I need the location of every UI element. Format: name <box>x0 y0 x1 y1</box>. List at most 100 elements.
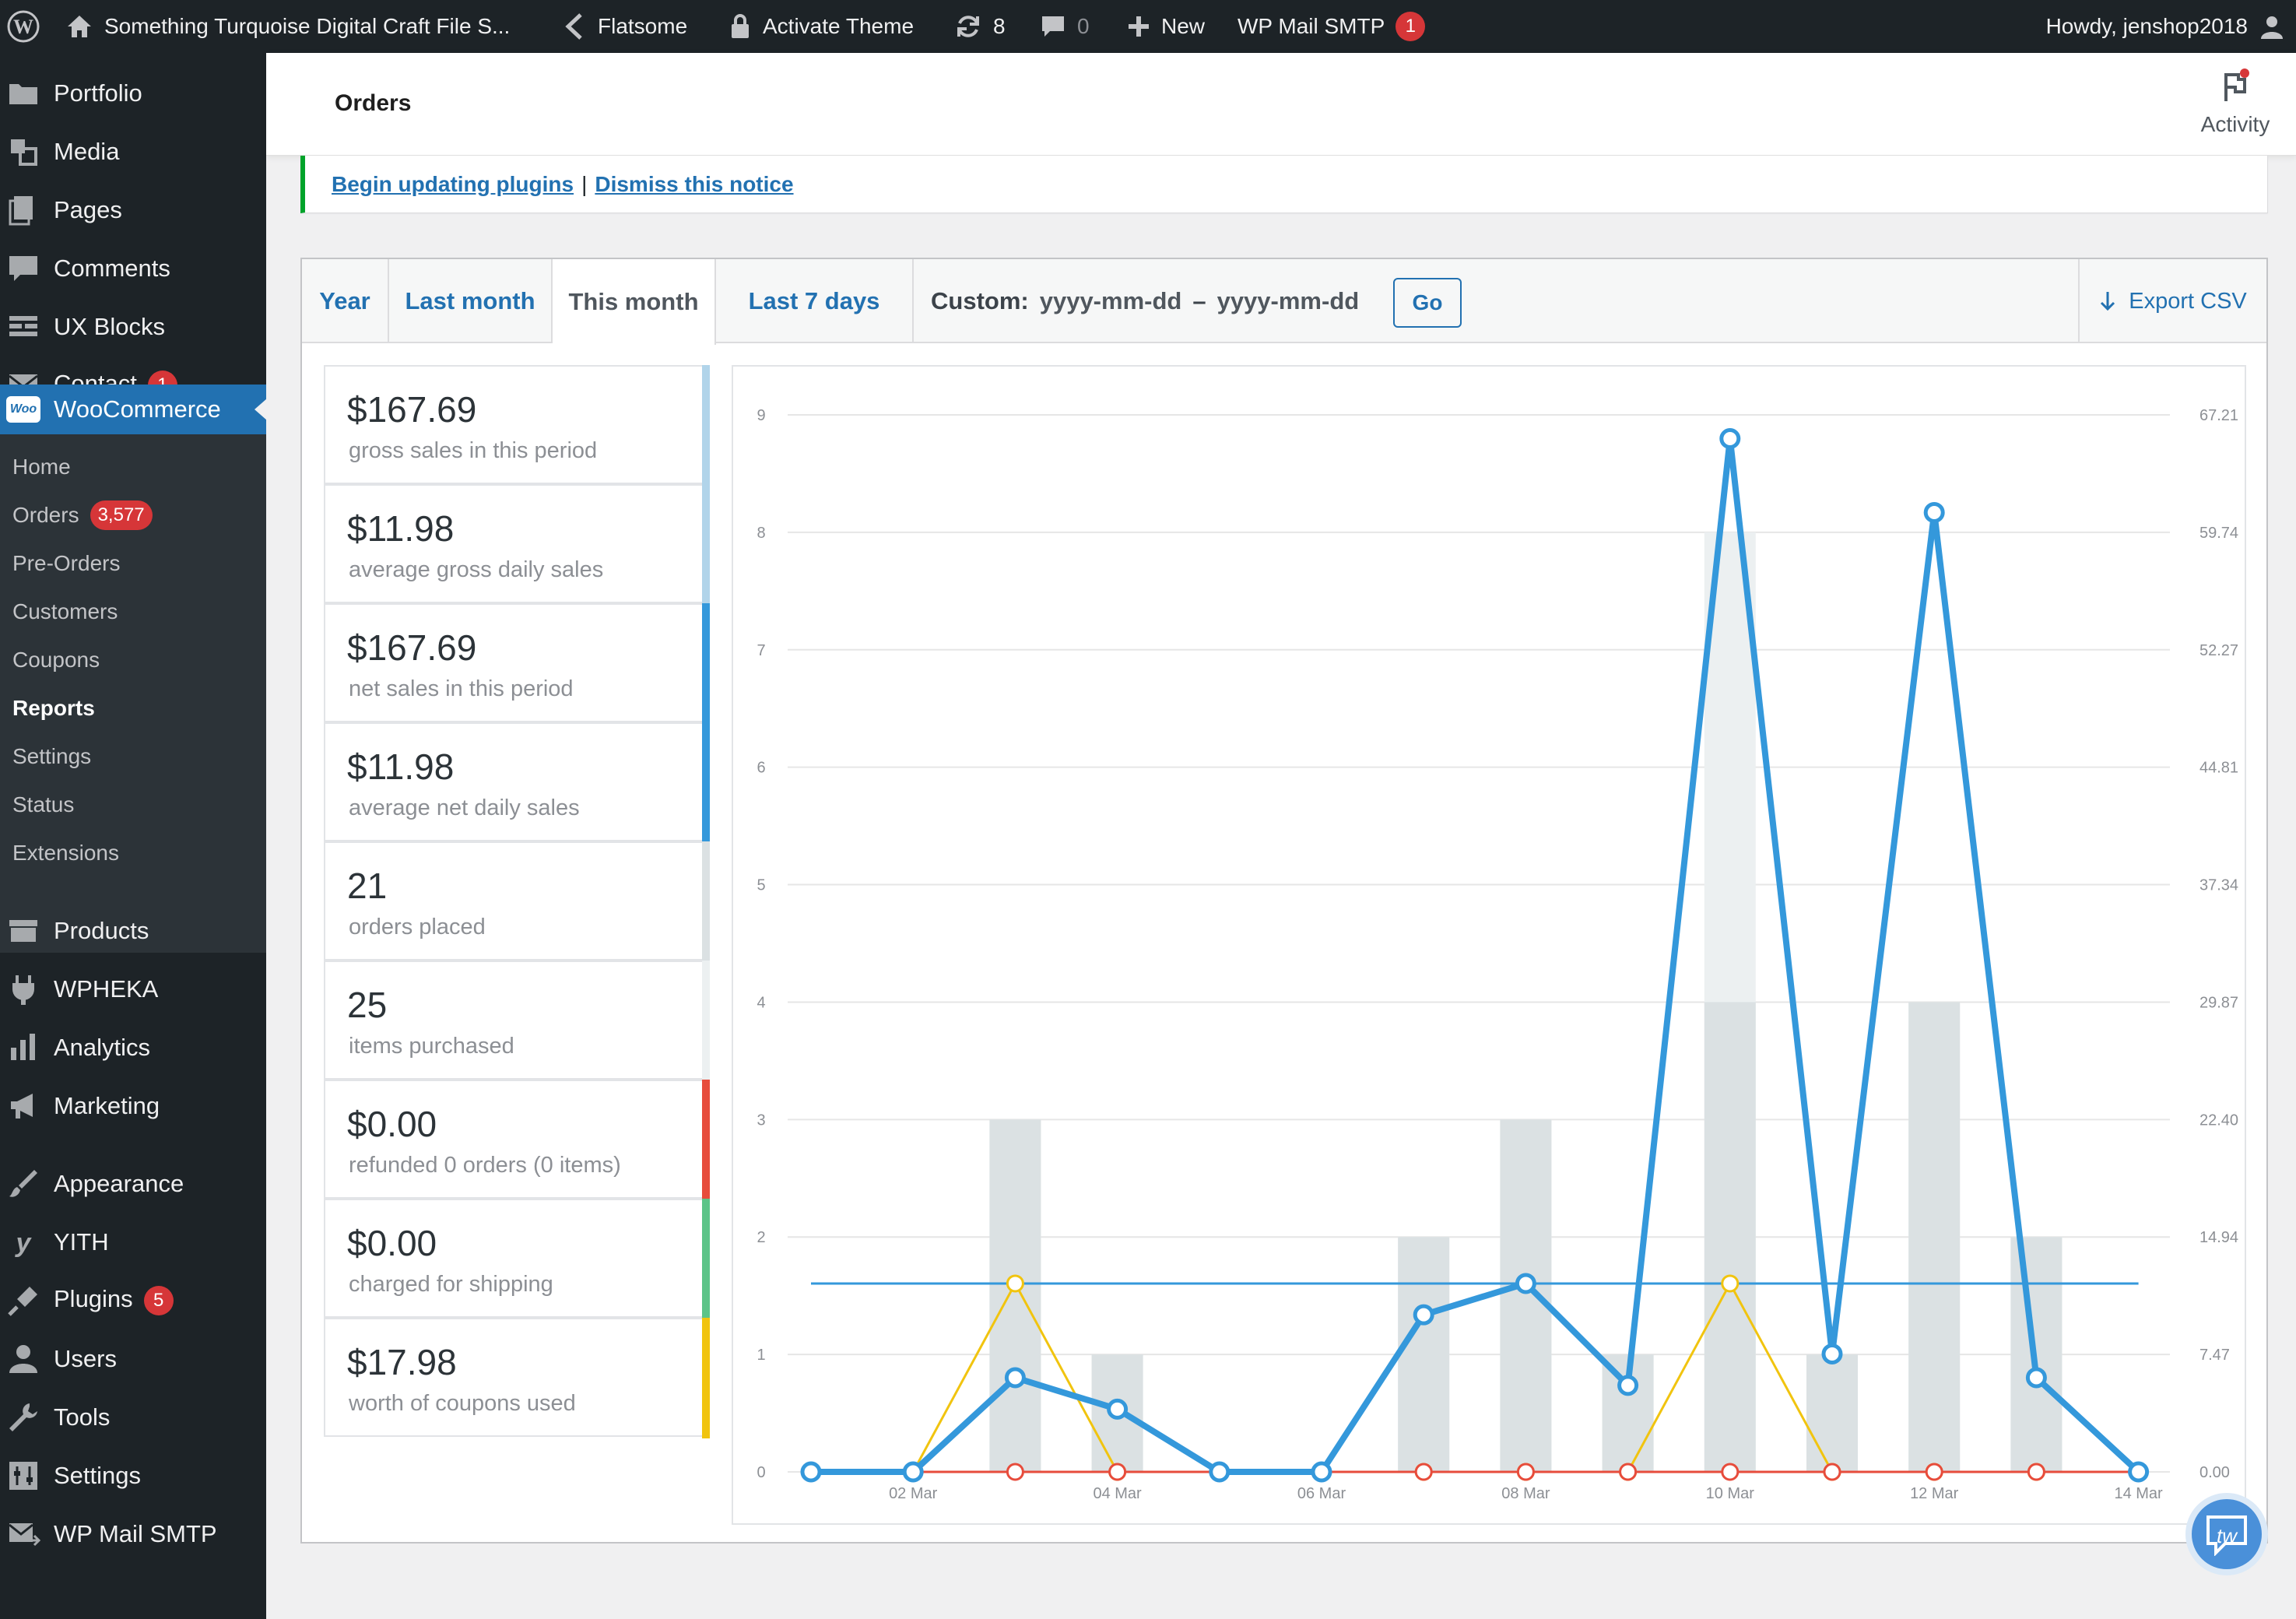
legend-item[interactable]: 25 items purchased <box>324 961 710 1081</box>
x-tick-label: 02 Mar <box>889 1485 938 1502</box>
data-point <box>1413 1304 1434 1326</box>
dismiss-notice-link[interactable]: Dismiss this notice <box>595 172 793 197</box>
x-tick-label: 12 Mar <box>1910 1485 1959 1502</box>
legend-item[interactable]: 21 orders placed <box>324 841 710 962</box>
sidebar-item-marketing[interactable]: Marketing <box>0 1076 266 1135</box>
y-left-tick-label: 8 <box>757 525 765 542</box>
wordpress-logo-icon[interactable]: W <box>6 0 40 53</box>
submenu-item-coupons[interactable]: Coupons <box>12 643 100 677</box>
sidebar-item-wpheka[interactable]: WPHEKA <box>0 960 266 1018</box>
submenu-item-customers[interactable]: Customers <box>12 595 118 629</box>
sidebar-item-pages[interactable]: Pages <box>0 181 266 239</box>
sidebar-item-settings[interactable]: Settings <box>0 1446 266 1505</box>
begin-updating-plugins-link[interactable]: Begin updating plugins <box>332 172 574 197</box>
legend-description: gross sales in this period <box>349 438 598 463</box>
legend-item[interactable]: $167.69 gross sales in this period <box>324 365 710 486</box>
activate-theme-link[interactable]: Activate Theme <box>728 0 914 53</box>
sidebar-item-appearance[interactable]: Appearance <box>0 1154 266 1213</box>
y-left-tick-label: 6 <box>757 760 765 777</box>
legend-amount: $11.98 <box>347 508 455 549</box>
data-point <box>902 1461 924 1483</box>
updates-link[interactable]: 8 <box>954 0 1006 53</box>
submenu-item-home[interactable]: Home <box>12 450 71 484</box>
wrench-icon <box>6 1400 40 1435</box>
sidebar-item-comments[interactable]: Comments <box>0 239 266 297</box>
sidebar-item-label: Plugins 5 <box>54 1285 174 1315</box>
sidebar-item-products[interactable]: Products <box>0 901 266 960</box>
y-left-tick-label: 1 <box>757 1347 765 1364</box>
wp-mail-smtp-link[interactable]: WP Mail SMTP 1 <box>1238 0 1426 53</box>
start-date-input[interactable]: yyyy-mm-dd <box>1040 287 1182 315</box>
submenu-item-pre-orders[interactable]: Pre-Orders <box>12 546 120 581</box>
sidebar-item-label: YITH <box>54 1228 109 1256</box>
sidebar-item-analytics[interactable]: Analytics <box>0 1018 266 1076</box>
sidebar-item-text: Marketing <box>54 1091 160 1119</box>
settings-icon <box>6 1459 40 1493</box>
orders-count-badge: 3,577 <box>90 500 153 530</box>
export-csv-label: Export CSV <box>2129 288 2247 314</box>
page-title: Orders <box>335 90 412 116</box>
tab-last-month[interactable]: Last month <box>389 259 553 343</box>
sidebar-item-tools[interactable]: Tools <box>0 1388 266 1446</box>
tab-this-month[interactable]: This month <box>553 259 716 345</box>
sidebar-item-label: Users <box>54 1345 117 1373</box>
sidebar-item-portfolio[interactable]: Portfolio <box>0 64 266 122</box>
tab-year[interactable]: Year <box>302 259 389 343</box>
submenu-item-orders[interactable]: Orders 3,577 <box>12 498 153 532</box>
legend-item[interactable]: $11.98 average net daily sales <box>324 722 710 843</box>
flatsome-menu[interactable]: Flatsome <box>563 0 687 53</box>
comments-link[interactable]: 0 <box>1040 0 1090 53</box>
sidebar-item-text: WP Mail SMTP <box>54 1519 217 1547</box>
go-button[interactable]: Go <box>1393 278 1462 328</box>
legend-color-strip <box>702 365 710 486</box>
legend-item[interactable]: $167.69 net sales in this period <box>324 603 710 724</box>
sidebar-item-label: WP Mail SMTP <box>54 1520 217 1548</box>
updates-count: 8 <box>993 14 1006 38</box>
sidebar-item-yith[interactable]: y YITH <box>0 1213 266 1271</box>
submenu-item-reports[interactable]: Reports <box>12 691 95 725</box>
submenu-item-extensions[interactable]: Extensions <box>12 836 119 870</box>
end-date-input[interactable]: yyyy-mm-dd <box>1217 287 1360 315</box>
legend-item[interactable]: $0.00 refunded 0 orders (0 items) <box>324 1080 710 1200</box>
sidebar-item-text: UX Blocks <box>54 312 165 340</box>
submenu-item-settings[interactable]: Settings <box>12 739 91 774</box>
brush-icon <box>6 1167 40 1201</box>
flag-icon <box>2224 68 2249 101</box>
sidebar-item-text: Pages <box>54 195 122 223</box>
data-point <box>1311 1461 1332 1483</box>
update-plugins-notice: Begin updating plugins | Dismiss this no… <box>300 156 2268 213</box>
site-name-link[interactable]: Something Turquoise Digital Craft File S… <box>65 0 510 53</box>
current-menu-arrow <box>255 399 267 420</box>
legend-color-strip <box>702 484 710 605</box>
legend-amount: $167.69 <box>347 627 477 668</box>
submenu-item-label: Pre-Orders <box>12 551 121 575</box>
export-csv-button[interactable]: Export CSV <box>2078 259 2266 343</box>
legend-item[interactable]: $0.00 charged for shipping <box>324 1199 710 1319</box>
my-account-link[interactable]: Howdy, jenshop2018 <box>2046 0 2285 53</box>
legend-item[interactable]: $17.98 worth of coupons used <box>324 1318 710 1438</box>
data-point <box>1721 1274 1740 1293</box>
sidebar-item-wp-mail-smtp[interactable]: WP Mail SMTP <box>0 1505 266 1563</box>
sidebar-item-plugins[interactable]: Plugins 5 <box>0 1271 266 1329</box>
y-right-tick-label: 7.47 <box>2199 1347 2230 1364</box>
legend-amount: 25 <box>347 985 388 1025</box>
sidebar-item-users[interactable]: Users <box>0 1329 266 1388</box>
submenu-item-label: Customers <box>12 599 118 623</box>
submenu-item-label: Home <box>12 455 71 479</box>
comment-bubble-icon <box>1042 16 1064 37</box>
new-content-link[interactable]: New <box>1127 0 1205 53</box>
activate-theme-label: Activate Theme <box>763 14 915 38</box>
activity-button[interactable]: Activity <box>2189 68 2282 146</box>
smtp-badge: 1 <box>1396 12 1426 41</box>
chat-widget-button[interactable]: tw <box>2185 1493 2268 1575</box>
sidebar-item-ux-blocks[interactable]: UX Blocks <box>0 297 266 356</box>
legend-item[interactable]: $11.98 average gross daily sales <box>324 484 710 605</box>
bar <box>1806 1354 1858 1472</box>
sidebar-item-media[interactable]: Media <box>0 122 266 181</box>
bar <box>989 1119 1041 1472</box>
legend-amount: $0.00 <box>347 1104 437 1144</box>
legend-description: average gross daily sales <box>349 557 604 582</box>
submenu-item-status[interactable]: Status <box>12 788 74 822</box>
sidebar-item-woocommerce[interactable]: Woo WooCommerce <box>0 385 267 434</box>
tab-last-7-days[interactable]: Last 7 days <box>716 259 914 343</box>
